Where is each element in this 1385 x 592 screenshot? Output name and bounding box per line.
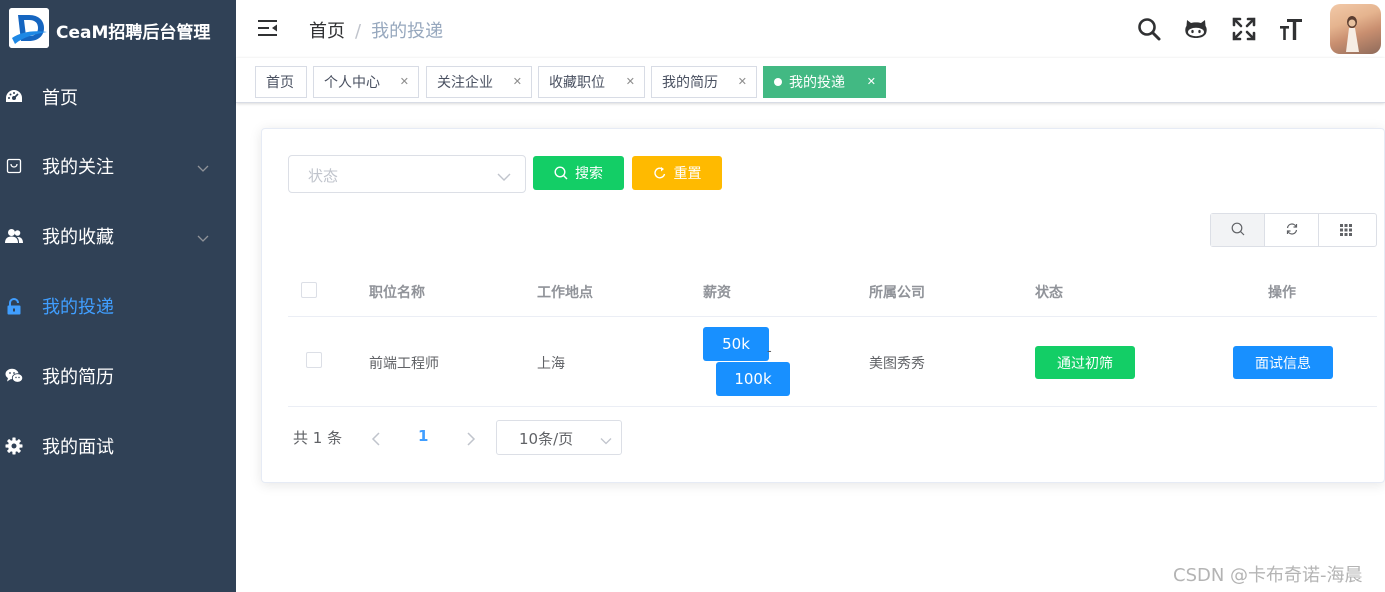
fullscreen-icon[interactable]: [1231, 16, 1257, 42]
salary-separator: -: [767, 344, 772, 359]
pagination-total: 共 1 条: [293, 429, 343, 447]
close-icon[interactable]: ✕: [513, 75, 522, 88]
tag-home[interactable]: 首页: [255, 66, 307, 98]
tag-label: 个人中心: [324, 75, 380, 91]
font-size-icon[interactable]: [1278, 16, 1304, 42]
search-button[interactable]: 搜索: [533, 156, 624, 190]
sidebar-item-home[interactable]: 首页: [0, 62, 236, 132]
column-header-location: 工作地点: [537, 285, 593, 301]
table-row-divider: [288, 406, 1377, 407]
sidebar-item-follow[interactable]: 我的关注: [0, 131, 236, 201]
watermark-text: CSDN @卡布奇诺-海晨: [1173, 565, 1363, 586]
close-icon[interactable]: ✕: [867, 75, 876, 88]
status-badge: 通过初筛: [1035, 346, 1135, 379]
sidebar-item-interviews[interactable]: 我的面试: [0, 411, 236, 481]
tag-label: 首页: [266, 75, 294, 91]
app-logo[interactable]: CeaM招聘后台管理: [0, 0, 236, 58]
sidebar-item-label: 我的收藏: [42, 227, 114, 248]
sidebar-item-resume[interactable]: 我的简历: [0, 341, 236, 411]
tag-label: 我的简历: [662, 75, 718, 91]
search-icon[interactable]: [1136, 16, 1162, 42]
column-header-salary: 薪资: [703, 285, 731, 301]
table-header-divider: [288, 316, 1377, 317]
tags-view: 首页 个人中心 ✕ 关注企业 ✕ 收藏职位 ✕ 我的简历 ✕ 我的投递 ✕: [236, 58, 1385, 103]
search-icon: [554, 166, 568, 180]
refresh-icon: [1285, 221, 1299, 240]
column-header-company: 所属公司: [869, 285, 925, 301]
column-header-actions: 操作: [1268, 285, 1296, 301]
navbar: 首页 / 我的投递: [236, 0, 1385, 58]
interview-info-button[interactable]: 面试信息: [1233, 346, 1333, 379]
salary-min-tag: 50k: [703, 327, 769, 361]
toggle-search-button[interactable]: [1211, 214, 1265, 246]
sidebar-item-label: 我的面试: [42, 437, 114, 458]
search-icon: [1231, 221, 1245, 240]
breadcrumb-home[interactable]: 首页: [309, 21, 345, 42]
search-button-label: 搜索: [575, 166, 603, 182]
tag-resume[interactable]: 我的简历 ✕: [651, 66, 757, 98]
refresh-button[interactable]: [1265, 214, 1319, 246]
status-select[interactable]: 状态: [288, 155, 526, 193]
close-icon[interactable]: ✕: [400, 75, 409, 88]
sidebar-item-favorites[interactable]: 我的收藏: [0, 201, 236, 271]
column-header-status: 状态: [1035, 285, 1063, 301]
close-icon[interactable]: ✕: [738, 75, 747, 88]
pagination-prev-icon[interactable]: [370, 431, 382, 446]
chevron-down-icon: [497, 169, 511, 183]
users-icon: [5, 227, 23, 245]
lock-icon: [5, 297, 23, 315]
gear-icon: [5, 437, 23, 455]
sidebar-item-label: 我的关注: [42, 157, 114, 178]
cell-company: 美图秀秀: [869, 356, 925, 372]
column-header-title: 职位名称: [369, 285, 425, 301]
reset-button-label: 重置: [673, 166, 702, 182]
tag-label: 关注企业: [437, 75, 493, 91]
app-title: CeaM招聘后台管理: [56, 23, 211, 43]
refresh-icon: [653, 166, 667, 180]
sidebar: CeaM招聘后台管理 首页 我的关注 我的收藏 我的投递 我的简历 我的面试: [0, 0, 236, 592]
pagination-page-1[interactable]: 1: [418, 427, 428, 445]
sidebar-item-applications[interactable]: 我的投递: [0, 271, 236, 341]
sidebar-item-label: 我的投递: [42, 297, 114, 318]
columns-button[interactable]: [1319, 214, 1373, 246]
tag-label: 我的投递: [789, 75, 845, 91]
breadcrumb-current: 我的投递: [371, 21, 444, 42]
content-card: 状态 搜索 重置 职位名称 工作地点 薪资 所属公司 状态 操作 前端工程师 上…: [261, 128, 1385, 483]
avatar[interactable]: [1330, 4, 1381, 54]
logo-icon: [9, 8, 49, 48]
sidebar-item-label: 首页: [42, 88, 78, 109]
chevron-down-icon: [196, 229, 210, 243]
hamburger-icon[interactable]: [257, 17, 279, 39]
select-all-checkbox[interactable]: [301, 282, 317, 298]
breadcrumb: 首页 / 我的投递: [309, 17, 443, 43]
breadcrumb-separator: /: [355, 21, 362, 42]
github-icon[interactable]: [1183, 16, 1209, 42]
tag-label: 收藏职位: [549, 75, 605, 91]
row-checkbox[interactable]: [306, 352, 322, 368]
tag-followed-companies[interactable]: 关注企业 ✕: [426, 66, 532, 98]
shopping-bag-icon: [5, 157, 23, 175]
cell-location: 上海: [537, 356, 565, 372]
table-toolbar: [1210, 213, 1377, 247]
sidebar-item-label: 我的简历: [42, 367, 114, 388]
dashboard-icon: [5, 88, 23, 106]
chevron-down-icon: [600, 432, 612, 445]
status-select-placeholder: 状态: [308, 167, 339, 185]
close-icon[interactable]: ✕: [626, 75, 635, 88]
tag-profile[interactable]: 个人中心 ✕: [313, 66, 419, 98]
wechat-icon: [5, 367, 23, 385]
tag-applications[interactable]: 我的投递 ✕: [763, 66, 886, 98]
tag-saved-jobs[interactable]: 收藏职位 ✕: [538, 66, 645, 98]
chevron-down-icon: [196, 159, 210, 173]
salary-max-tag: 100k: [716, 362, 790, 396]
page-size-select[interactable]: 10条/页: [496, 420, 622, 455]
pagination-next-icon[interactable]: [465, 431, 477, 446]
reset-button[interactable]: 重置: [632, 156, 722, 190]
cell-job-title: 前端工程师: [369, 356, 439, 372]
page-size-value: 10条/页: [519, 430, 574, 448]
active-dot-icon: [774, 78, 782, 86]
grid-icon: [1340, 221, 1352, 240]
